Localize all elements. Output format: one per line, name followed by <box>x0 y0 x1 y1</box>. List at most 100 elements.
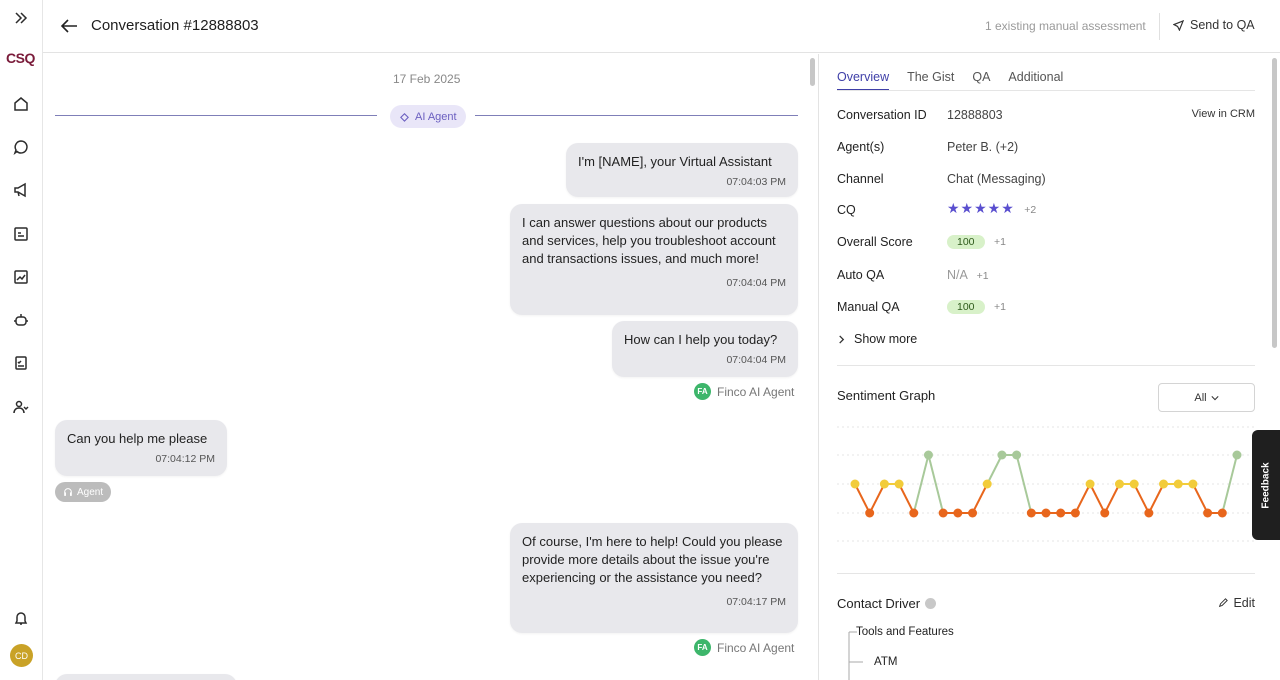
sentiment-segment <box>971 483 989 514</box>
edit-button[interactable]: Edit <box>1218 596 1255 610</box>
sentiment-point <box>894 479 904 489</box>
bot-icon[interactable] <box>9 308 33 332</box>
sentiment-point <box>968 508 978 518</box>
field-label: Manual QA <box>837 300 900 314</box>
chat-date: 17 Feb 2025 <box>393 72 461 86</box>
driver-level-1[interactable]: Tools and Features <box>856 626 954 638</box>
chat-scrollbar[interactable] <box>810 58 815 86</box>
panel-tabs: Overview The Gist QA Additional <box>837 70 1063 91</box>
sentiment-segment <box>986 454 1003 485</box>
score-badge: 100 <box>947 235 985 249</box>
field-label: Channel <box>837 172 884 186</box>
sentiment-segment <box>854 483 871 514</box>
view-in-crm-link[interactable]: View in CRM <box>1192 108 1255 120</box>
back-arrow-icon[interactable] <box>59 15 81 37</box>
overall-score-value: 100 +1 <box>947 234 1006 249</box>
auto-qa-extra[interactable]: +1 <box>977 270 989 282</box>
sender-name: Finco AI Agent <box>717 384 795 399</box>
message-text: Of course, I'm here to help! Could you p… <box>522 534 783 585</box>
score-badge: 100 <box>947 300 985 314</box>
message-bubble: I can answer questions about our product… <box>510 204 798 315</box>
message-text: I can answer questions about our product… <box>522 215 776 266</box>
sentiment-point <box>1041 508 1051 518</box>
page-title: Conversation #12888803 <box>91 17 259 34</box>
analytics-icon[interactable] <box>9 265 33 289</box>
message-time: 07:04:03 PM <box>726 176 786 188</box>
tab-the-gist[interactable]: The Gist <box>907 70 954 84</box>
manual-qa-extra[interactable]: +1 <box>994 301 1006 313</box>
show-more-button[interactable]: Show more <box>837 332 917 346</box>
tab-overview[interactable]: Overview <box>837 70 890 91</box>
clipboard-star-icon[interactable] <box>9 222 33 246</box>
existing-assessment-link[interactable]: 1 existing manual assessment <box>985 19 1146 33</box>
left-rail: CSQ CD <box>0 0 43 680</box>
feedback-tab[interactable]: Feedback <box>1252 430 1280 540</box>
agents-value[interactable]: Peter B. (+2) <box>947 140 1018 154</box>
manual-qa-value: 100 +1 <box>947 299 1006 314</box>
chevron-right-icon <box>839 334 845 344</box>
sentiment-point <box>923 450 933 460</box>
sentiment-point <box>1056 508 1066 518</box>
chat-icon[interactable] <box>9 135 33 159</box>
section-divider <box>837 365 1255 366</box>
user-avatar[interactable]: CD <box>10 644 33 667</box>
header-divider <box>1159 13 1160 40</box>
cq-value: ★★★★★ +2 <box>947 200 1036 217</box>
sentiment-point <box>1173 479 1183 489</box>
message-bubble: I'm [NAME], your Virtual Assistant 07:04… <box>566 143 798 197</box>
sentiment-graph[interactable] <box>837 419 1255 549</box>
sentiment-point <box>909 508 919 518</box>
sentiment-point <box>865 508 875 518</box>
expand-icon[interactable] <box>9 6 33 30</box>
send-icon <box>1173 19 1184 31</box>
sentiment-graph-title: Sentiment Graph <box>837 388 936 403</box>
sentiment-point <box>879 479 889 489</box>
sentiment-segment <box>1147 483 1165 514</box>
message-text: How can I help you today? <box>624 332 778 347</box>
customer-tag-label: Agent <box>77 486 104 498</box>
sentiment-point <box>982 479 992 489</box>
sentiment-filter-select[interactable]: All <box>1158 383 1255 412</box>
megaphone-icon[interactable] <box>9 178 33 202</box>
star-rating: ★★★★★ <box>947 200 1015 216</box>
bell-icon[interactable] <box>9 606 33 630</box>
customer-tag: Agent <box>55 482 112 502</box>
sentiment-point <box>1085 479 1095 489</box>
auto-qa-value: N/A +1 <box>947 268 989 282</box>
sentiment-point <box>1012 450 1022 460</box>
details-panel: Overview The Gist QA Additional Conversa… <box>818 54 1280 680</box>
chevron-down-icon <box>1211 395 1219 400</box>
panel-scrollbar[interactable] <box>1272 58 1277 348</box>
sentiment-segment <box>1133 483 1150 514</box>
auto-qa-text: N/A <box>947 268 968 282</box>
pencil-icon <box>1219 598 1229 608</box>
sentiment-point <box>1203 508 1213 518</box>
message-time: 07:04:12 PM <box>155 453 215 465</box>
sender-name: Finco AI Agent <box>717 640 795 655</box>
message-bubble: Of course, I'm here to help! Could you p… <box>510 523 798 633</box>
tab-additional[interactable]: Additional <box>1008 70 1063 84</box>
team-icon[interactable] <box>9 395 33 419</box>
driver-level-2[interactable]: ATM <box>874 656 897 668</box>
field-label: Conversation ID <box>837 108 927 122</box>
info-icon[interactable] <box>925 598 937 609</box>
send-to-qa-button[interactable]: Send to QA <box>1173 18 1255 32</box>
ai-agent-icon <box>400 112 409 122</box>
edit-label: Edit <box>1233 596 1255 610</box>
sentiment-point <box>1217 508 1227 518</box>
ai-agent-chip-label: AI Agent <box>415 110 457 123</box>
channel-value: Chat (Messaging) <box>947 172 1046 186</box>
app-logo[interactable]: CSQ <box>6 50 35 66</box>
overall-extra[interactable]: +1 <box>994 236 1006 248</box>
tab-qa[interactable]: QA <box>972 70 990 84</box>
section-divider <box>837 573 1255 574</box>
home-icon[interactable] <box>9 92 33 116</box>
contact-driver-header: Contact Driver <box>837 596 937 611</box>
cq-extra[interactable]: +2 <box>1024 204 1036 216</box>
sentiment-segment <box>927 454 945 514</box>
divider-line-right <box>475 115 798 116</box>
message-bubble-partial <box>55 674 237 680</box>
message-text: I'm [NAME], your Virtual Assistant <box>578 154 772 169</box>
chat-transcript[interactable]: 17 Feb 2025 AI Agent I'm [NAME], your Vi… <box>43 54 818 680</box>
checklist-icon[interactable] <box>9 351 33 375</box>
